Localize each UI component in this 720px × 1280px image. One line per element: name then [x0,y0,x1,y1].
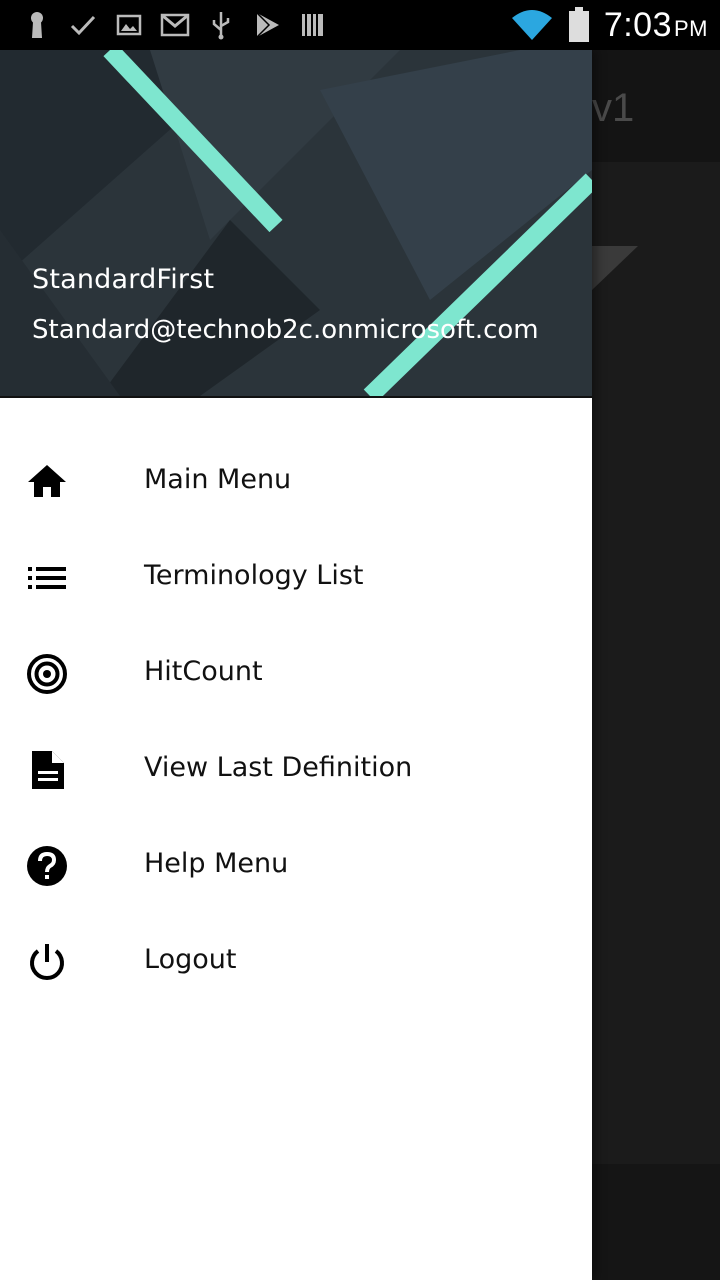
clock-time: 7:03 [603,5,672,44]
menu-item-label: Logout [144,944,237,975]
status-bar: 7:03PM [0,0,720,50]
wifi-icon [511,10,552,40]
menu-item-label: Help Menu [144,848,289,879]
menu-item-hitcount[interactable]: HitCount [0,626,592,722]
power-icon [30,944,64,980]
clock: 7:03PM [604,6,708,45]
user-name: StandardFirst [32,264,215,295]
image-icon [116,14,142,36]
menu-item-help-menu[interactable]: Help Menu [0,818,592,914]
user-email: Standard@technob2c.onmicrosoft.com [32,315,539,345]
drawer-menu: Main Menu Terminology List HitCount View… [0,434,592,1010]
drawer-header: StandardFirst Standard@technob2c.onmicro… [0,50,592,398]
gmail-icon [160,13,190,37]
help-icon [27,846,67,886]
menu-item-logout[interactable]: Logout [0,914,592,1010]
clock-ampm: PM [674,15,708,41]
menu-item-main-menu[interactable]: Main Menu [0,434,592,530]
document-icon [32,751,64,789]
list-icon [28,567,66,589]
menu-item-label: View Last Definition [144,752,413,783]
menu-item-label: Terminology List [144,560,364,591]
target-icon [27,654,67,694]
barcode-icon [302,14,323,36]
menu-item-label: HitCount [144,656,263,687]
keyhole-icon [31,12,43,38]
battery-icon [568,7,589,42]
menu-item-view-last-definition[interactable]: View Last Definition [0,722,592,818]
home-icon [28,465,66,497]
system-status: 7:03PM [510,0,708,50]
app-title: v1 [592,86,635,130]
notification-icons [22,8,328,42]
menu-item-terminology-list[interactable]: Terminology List [0,530,592,626]
check-icon [70,15,96,36]
navigation-drawer: StandardFirst Standard@technob2c.onmicro… [0,50,592,1280]
play-store-icon [256,12,279,38]
dropdown-triangle-icon [592,246,638,290]
usb-icon [212,12,230,40]
menu-item-label: Main Menu [144,464,292,495]
